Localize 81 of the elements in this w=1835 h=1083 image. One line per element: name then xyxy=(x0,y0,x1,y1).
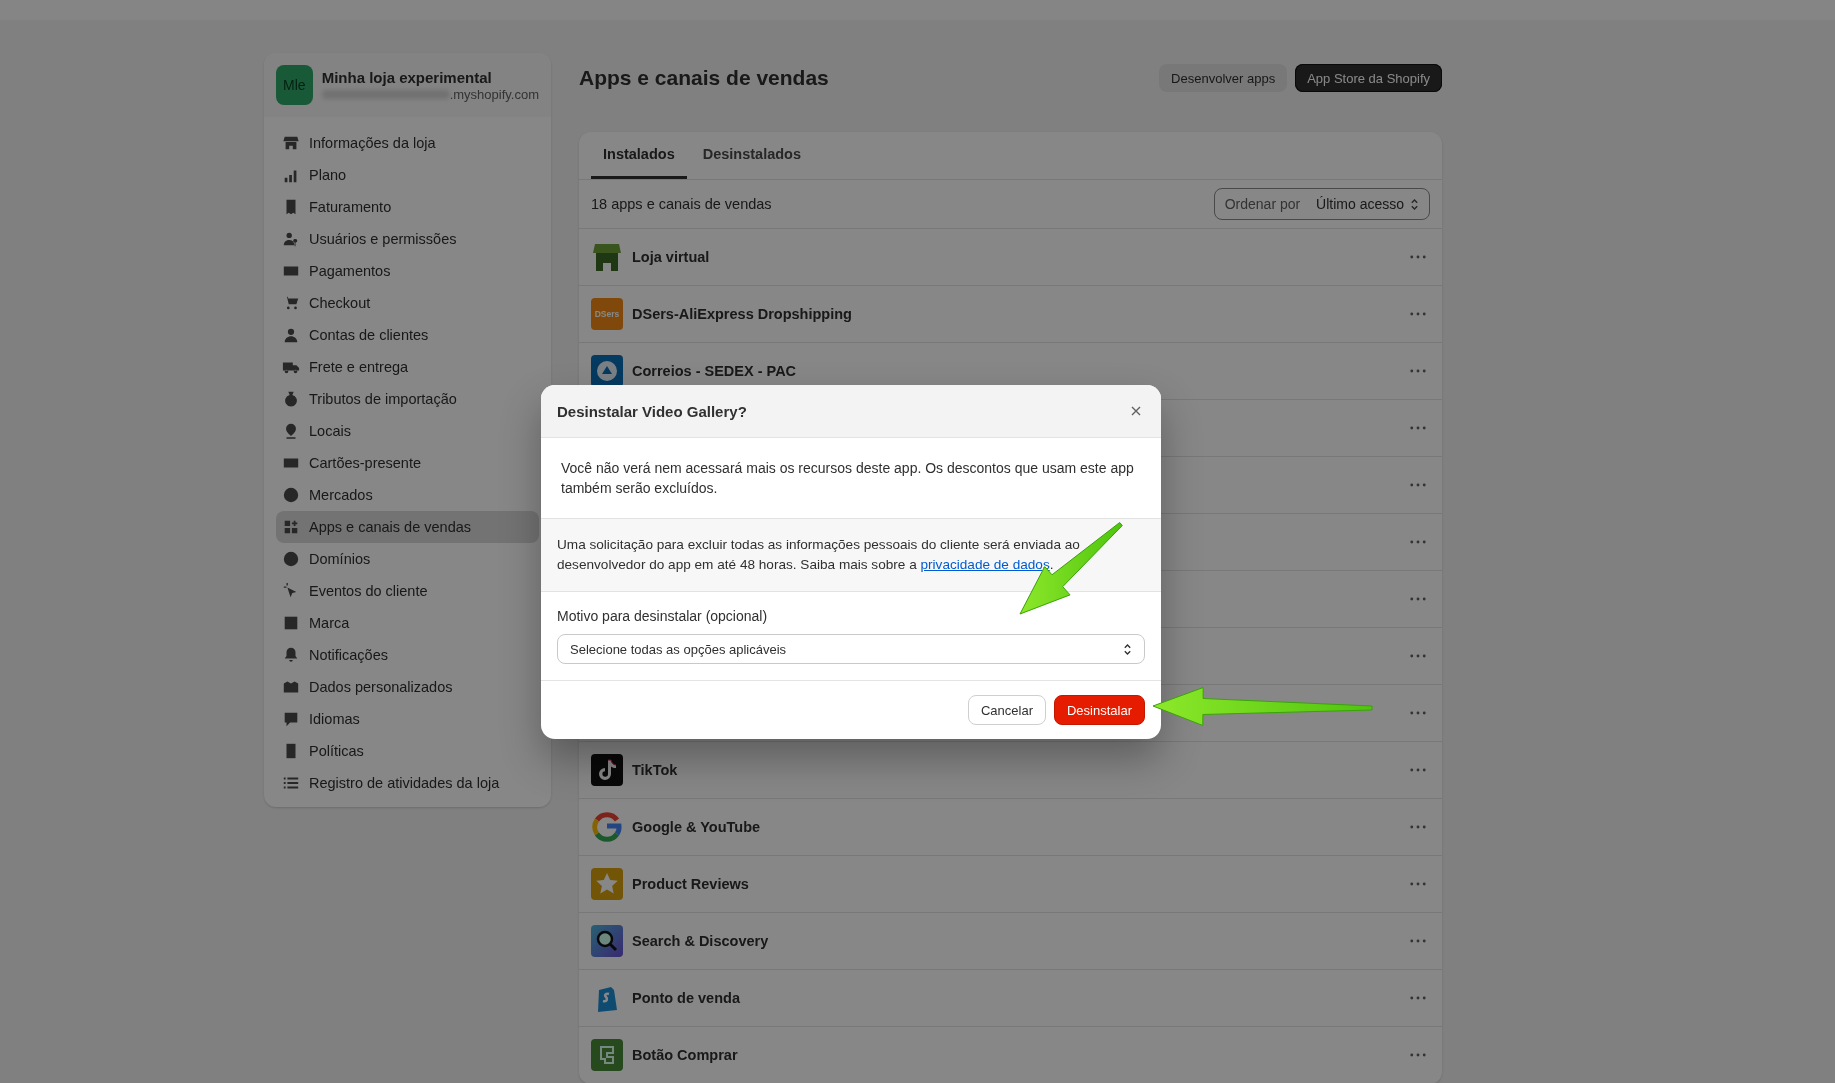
sidebar-item[interactable]: Notificações xyxy=(276,639,539,671)
more-icon xyxy=(1410,882,1426,886)
sidebar-item[interactable]: Frete e entrega xyxy=(276,351,539,383)
app-name: Search & Discovery xyxy=(632,933,769,949)
globe-icon xyxy=(282,486,300,504)
page-title: Apps e canais de vendas xyxy=(579,66,829,90)
sidebar-item[interactable]: Contas de clientes xyxy=(276,319,539,351)
sidebar-item[interactable]: Locais xyxy=(276,415,539,447)
more-icon xyxy=(1410,711,1426,715)
bell-icon xyxy=(282,646,300,664)
sort-select[interactable]: Ordenar por Último acesso xyxy=(1213,188,1430,220)
sidebar-item[interactable]: Plano xyxy=(276,159,539,191)
sidebar-item[interactable]: Cartões-presente xyxy=(276,447,539,479)
sidebar-item[interactable]: Marca xyxy=(276,607,539,639)
app-store-button[interactable]: App Store da Shopify xyxy=(1295,64,1442,92)
privacy-link[interactable]: privacidade de dados xyxy=(920,557,1050,572)
store-icon xyxy=(591,241,623,273)
sidebar-item[interactable]: Domínios xyxy=(276,543,539,575)
close-icon xyxy=(1131,406,1141,416)
app-name: TikTok xyxy=(632,762,678,778)
sidebar-item[interactable]: Apps e canais de vendas xyxy=(276,511,539,543)
sidebar-item[interactable]: Tributos de importação xyxy=(276,383,539,415)
app-name: Botão Comprar xyxy=(632,1047,738,1063)
privacy-note: Uma solicitação para excluir todas as informações pessoais do cliente será enviada ao desenvolvedor do app em até 48 horas. Saiba mais sobre a privacidade de dados. xyxy=(557,536,1081,574)
more-icon xyxy=(1410,825,1426,829)
app-name: Product Reviews xyxy=(632,876,749,892)
more-icon xyxy=(1410,369,1426,373)
more-icon xyxy=(1410,483,1426,487)
more-icon xyxy=(1410,939,1426,943)
field-label: Motivo para desinstalar (opcional) xyxy=(557,608,769,624)
more-icon xyxy=(1410,426,1426,430)
app-name: DSers-AliExpress Dropshipping xyxy=(632,306,852,322)
sidebar-item[interactable]: Informações da loja xyxy=(276,127,539,159)
music-note-icon xyxy=(591,754,623,786)
person-icon xyxy=(282,326,300,344)
apps-icon xyxy=(282,518,300,536)
develop-apps-button[interactable]: Desenvolver apps xyxy=(1159,64,1288,92)
app-icon xyxy=(591,1039,623,1071)
more-icon xyxy=(1410,654,1426,658)
chevron-up-down-icon xyxy=(1123,642,1132,656)
app-name: Google & YouTube xyxy=(632,819,761,835)
sidebar-item[interactable]: Checkout xyxy=(276,287,539,319)
dialog-title: Desinstalar Video Gallery? xyxy=(557,402,747,420)
more-icon xyxy=(1410,255,1426,259)
sidebar-item[interactable]: Usuários e permissões xyxy=(276,223,539,255)
more-icon xyxy=(1410,1053,1426,1057)
bag-icon xyxy=(282,390,300,408)
sidebar-item[interactable]: Eventos do cliente xyxy=(276,575,539,607)
store-avatar: Mle xyxy=(276,65,313,105)
more-icon xyxy=(1410,312,1426,316)
store-domain: .myshopify.com xyxy=(449,86,539,102)
sidebar-item[interactable]: Mercados xyxy=(276,479,539,511)
sidebar-item[interactable]: Pagamentos xyxy=(276,255,539,287)
sidebar-item[interactable]: Dados personalizados xyxy=(276,671,539,703)
store-name: Minha loja experimental xyxy=(321,68,493,86)
uninstall-button[interactable]: Desinstalar xyxy=(1053,695,1145,725)
store-icon xyxy=(282,134,300,152)
colored-ring-icon xyxy=(591,811,623,843)
more-icon xyxy=(1410,597,1426,601)
reason-select[interactable]: Selecione todas as opções aplicáveis xyxy=(557,634,1145,664)
more-icon xyxy=(1410,540,1426,544)
apps-count: 18 apps e canais de vendas xyxy=(591,196,772,212)
tab[interactable]: Desinstalados xyxy=(690,132,814,179)
chevron-up-down-icon xyxy=(1410,197,1419,211)
tab[interactable]: Instalados xyxy=(591,132,687,179)
cancel-button[interactable]: Cancelar xyxy=(967,695,1046,725)
app-name: Ponto de venda xyxy=(632,990,740,1006)
more-icon xyxy=(1410,768,1426,772)
dialog-message: Você não verá nem acessará mais os recursos deste app. Os descontos que usam este app também serão excluídos. xyxy=(561,459,1135,498)
sidebar-item[interactable]: Faturamento xyxy=(276,191,539,223)
globe-icon xyxy=(282,550,300,568)
app-name: Loja virtual xyxy=(632,249,710,265)
app-name: Correios - SEDEX - PAC xyxy=(632,363,797,379)
more-icon xyxy=(1410,996,1426,1000)
sidebar-item[interactable]: Registro de atividades da loja xyxy=(276,767,539,799)
app-logo: DSers xyxy=(591,298,623,330)
person-icon xyxy=(282,230,300,248)
magnifier-icon xyxy=(591,925,623,957)
sidebar-item[interactable]: Idiomas xyxy=(276,703,539,735)
chat-icon xyxy=(282,710,300,728)
sidebar-item[interactable]: Políticas xyxy=(276,735,539,767)
